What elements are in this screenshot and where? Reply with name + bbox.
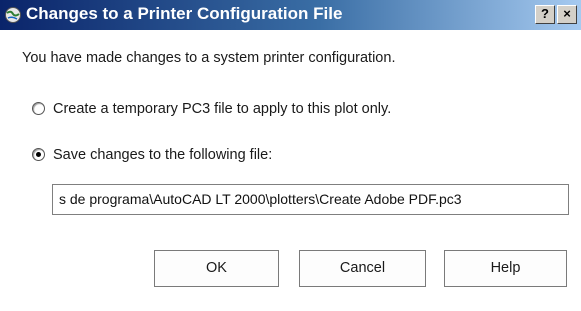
radio-temporary-pc3[interactable]: [32, 101, 45, 115]
printer-globe-icon: [5, 7, 21, 23]
radio-save-changes[interactable]: [32, 147, 45, 161]
option-save-changes-label: Save changes to the following file:: [53, 147, 273, 163]
help-button[interactable]: Help: [444, 250, 567, 287]
option-temporary-pc3[interactable]: Create a temporary PC3 file to apply to …: [32, 101, 391, 117]
printer-config-dialog: Changes to a Printer Configuration File …: [0, 0, 581, 311]
message-text: You have made changes to a system printe…: [22, 50, 396, 66]
title-close-button[interactable]: ×: [557, 5, 577, 24]
file-path-field[interactable]: s de programa\AutoCAD LT 2000\plotters\C…: [52, 184, 569, 215]
dialog-title: Changes to a Printer Configuration File: [26, 4, 343, 23]
option-save-changes[interactable]: Save changes to the following file:: [32, 147, 272, 163]
title-bar[interactable]: Changes to a Printer Configuration File …: [0, 0, 581, 30]
ok-button[interactable]: OK: [154, 250, 279, 287]
cancel-button[interactable]: Cancel: [299, 250, 426, 287]
option-temporary-pc3-label: Create a temporary PC3 file to apply to …: [53, 101, 392, 117]
title-help-button[interactable]: ?: [535, 5, 555, 24]
